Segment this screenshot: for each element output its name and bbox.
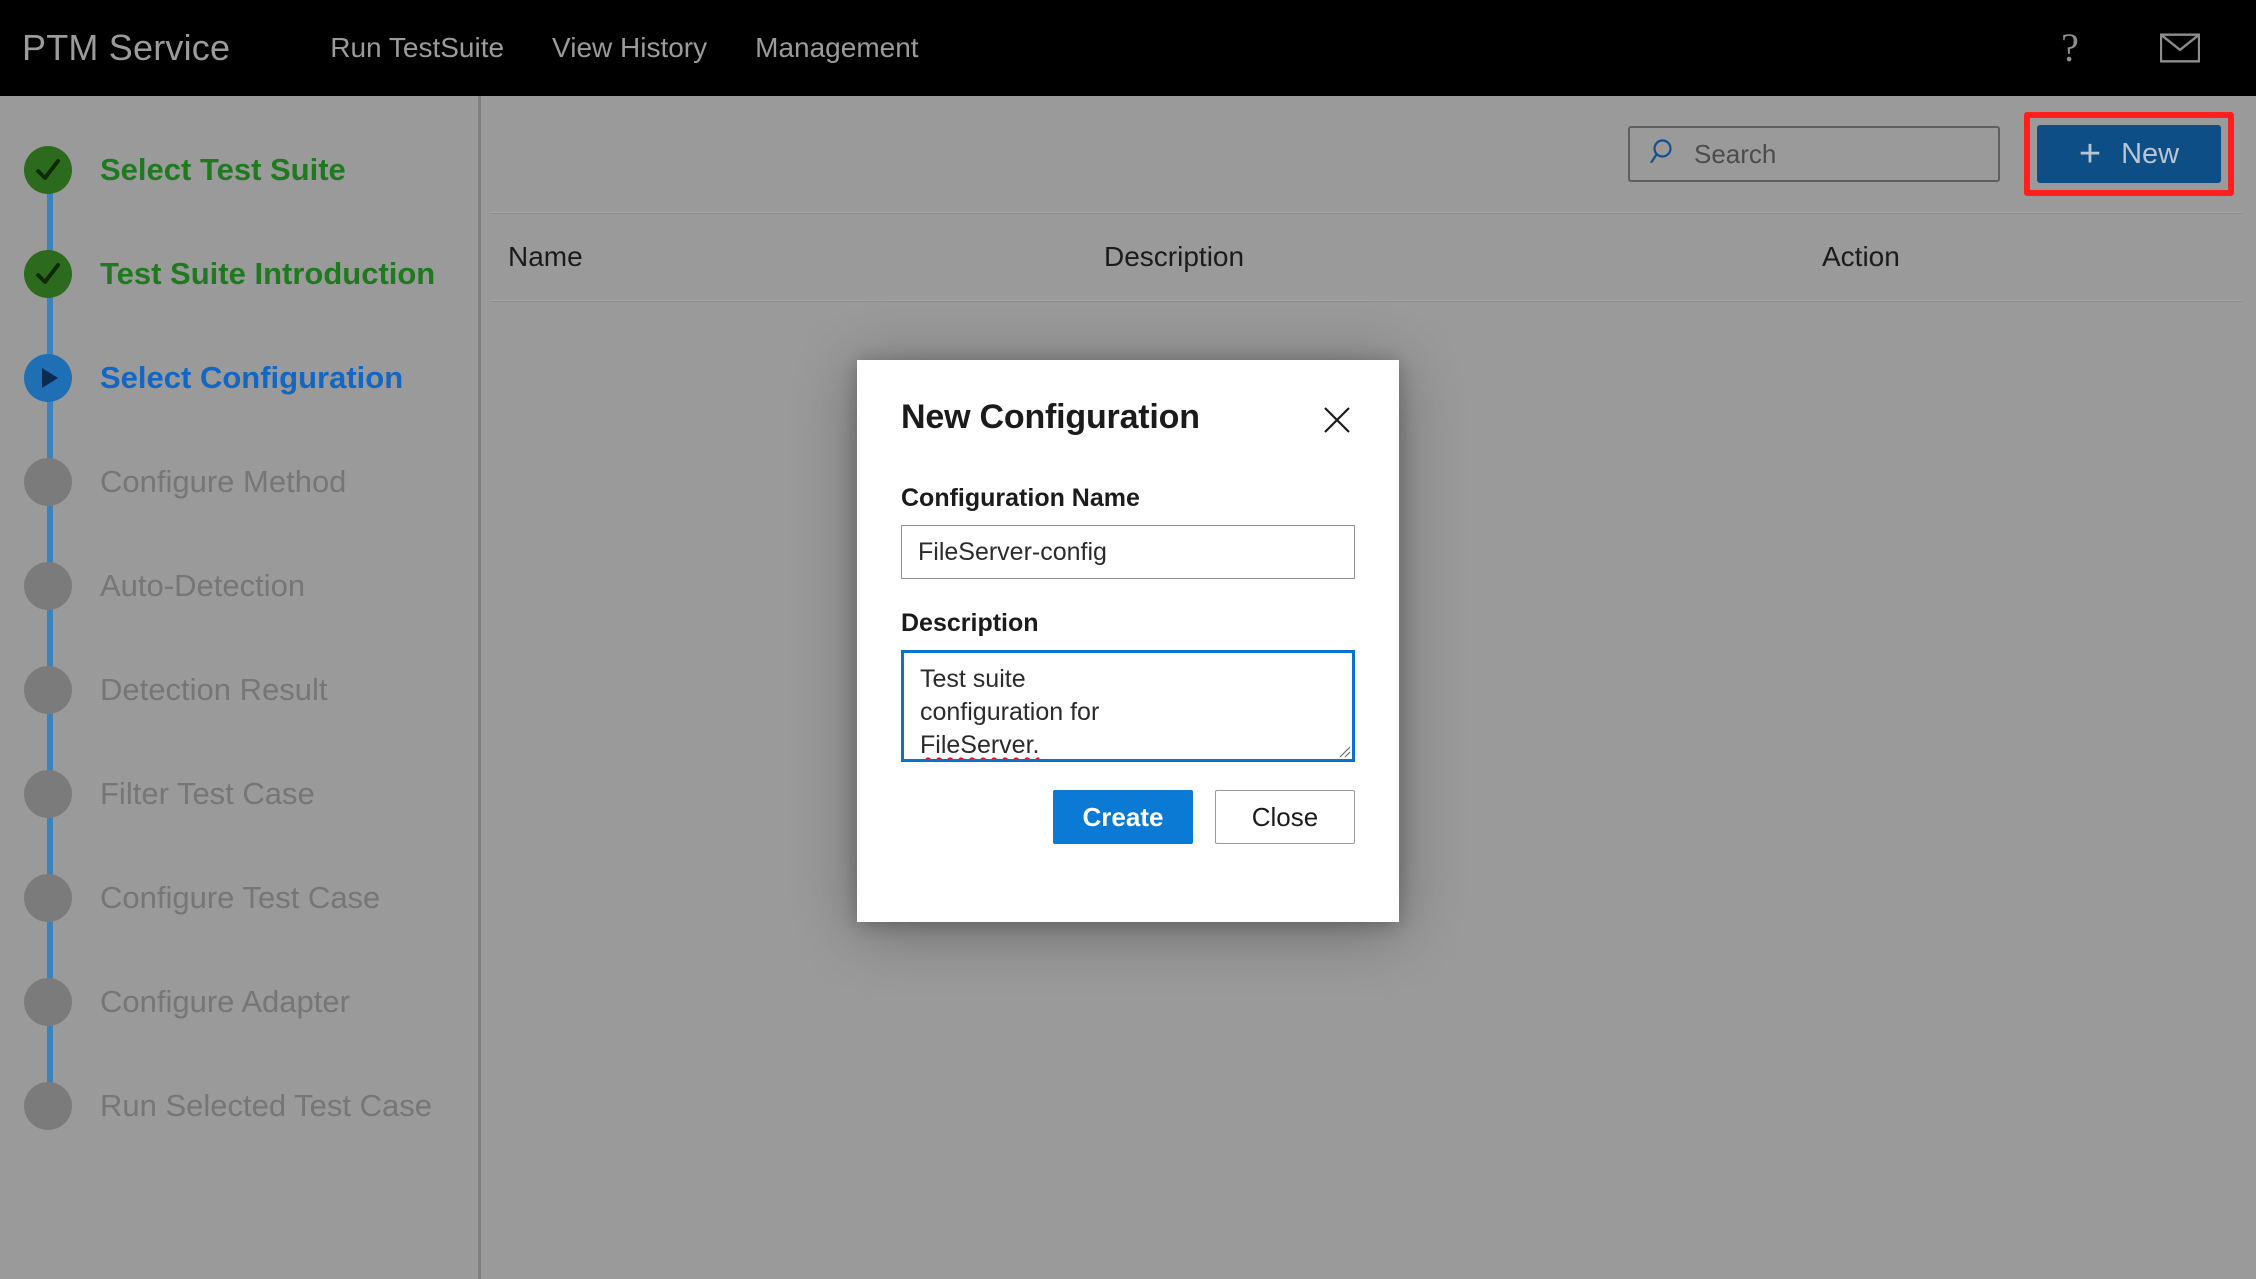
sidebar-item-detection-result[interactable]: Detection Result bbox=[24, 638, 478, 776]
dialog-title: New Configuration bbox=[901, 398, 1200, 436]
column-header-name: Name bbox=[508, 241, 583, 272]
configuration-name-label: Configuration Name bbox=[901, 484, 1140, 512]
description-field[interactable]: Test suite configuration for FileServer. bbox=[901, 650, 1355, 762]
close-button[interactable]: Close bbox=[1215, 790, 1355, 844]
circle-icon bbox=[24, 458, 72, 506]
sidebar-item-label: Select Test Suite bbox=[100, 152, 346, 187]
dialog-actions: Create Close bbox=[901, 790, 1355, 844]
sidebar-item-run-selected-test-case[interactable]: Run Selected Test Case bbox=[24, 1054, 478, 1158]
circle-icon bbox=[24, 770, 72, 818]
new-configuration-dialog: New Configuration Configuration Name Des… bbox=[857, 360, 1399, 922]
column-header-action: Action bbox=[1822, 241, 1900, 272]
circle-icon bbox=[24, 1082, 72, 1130]
content-toolbar: Search + New bbox=[484, 96, 2256, 212]
sidebar-item-test-suite-introduction[interactable]: Test Suite Introduction bbox=[24, 222, 478, 360]
circle-icon bbox=[24, 978, 72, 1026]
sidebar-item-label: Configure Adapter bbox=[100, 984, 350, 1019]
column-header-description: Description bbox=[1104, 241, 1245, 272]
sidebar-item-auto-detection[interactable]: Auto-Detection bbox=[24, 534, 478, 672]
sidebar-item-select-test-suite[interactable]: Select Test Suite bbox=[24, 118, 478, 256]
sidebar-item-label: Configure Test Case bbox=[100, 880, 381, 915]
sidebar-item-label: Detection Result bbox=[100, 672, 328, 707]
play-icon bbox=[24, 354, 72, 402]
app-brand-title: PTM Service bbox=[22, 27, 231, 68]
check-icon bbox=[24, 146, 72, 194]
description-text: Test suite configuration for FileServer. bbox=[920, 663, 1170, 759]
circle-icon bbox=[24, 562, 72, 610]
help-question-icon[interactable]: ? bbox=[2050, 28, 2090, 68]
mail-envelope-icon[interactable] bbox=[2160, 28, 2200, 68]
topbar-actions: ? bbox=[2050, 28, 2200, 68]
search-magnifier-icon bbox=[1650, 137, 1680, 172]
sidebar-item-label: Filter Test Case bbox=[100, 776, 315, 811]
nav-item-management[interactable]: Management bbox=[755, 32, 918, 64]
check-icon bbox=[24, 250, 72, 298]
main-navigation: Run TestSuite View History Management bbox=[330, 32, 918, 64]
sidebar-item-configure-adapter[interactable]: Configure Adapter bbox=[24, 950, 478, 1088]
close-x-icon[interactable] bbox=[1319, 402, 1355, 438]
search-placeholder-text: Search bbox=[1694, 138, 1777, 169]
configurations-table-header: Name Description Action bbox=[484, 214, 2256, 300]
search-input[interactable]: Search bbox=[1628, 126, 2000, 182]
dialog-header: New Configuration bbox=[901, 398, 1355, 438]
wizard-step-list: Select Test Suite Test Suite Introductio… bbox=[0, 118, 478, 1158]
configuration-name-field[interactable] bbox=[901, 525, 1355, 579]
plus-icon: + bbox=[2078, 133, 2102, 175]
new-button-label: New bbox=[2121, 137, 2180, 170]
nav-item-view-history[interactable]: View History bbox=[552, 32, 707, 64]
description-label: Description bbox=[901, 609, 1039, 637]
sidebar-item-label: Run Selected Test Case bbox=[100, 1088, 433, 1123]
description-line-1: Test suite configuration for bbox=[920, 665, 1100, 726]
sidebar-item-label: Select Configuration bbox=[100, 360, 404, 395]
sidebar-item-label: Auto-Detection bbox=[100, 568, 306, 603]
nav-item-run-testsuite[interactable]: Run TestSuite bbox=[330, 32, 504, 64]
description-line-2: FileServer. bbox=[920, 731, 1040, 759]
sidebar-item-label: Configure Method bbox=[100, 464, 347, 499]
sidebar-item-filter-test-case[interactable]: Filter Test Case bbox=[24, 742, 478, 880]
circle-icon bbox=[24, 666, 72, 714]
sidebar-item-select-configuration[interactable]: Select Configuration bbox=[24, 326, 478, 464]
textarea-resize-grip[interactable] bbox=[1335, 742, 1351, 758]
top-navigation-bar: PTM Service Run TestSuite View History M… bbox=[0, 0, 2256, 96]
new-button-highlight-annotation: + New bbox=[2024, 112, 2234, 196]
circle-icon bbox=[24, 874, 72, 922]
wizard-sidebar: Select Test Suite Test Suite Introductio… bbox=[0, 96, 481, 1279]
sidebar-item-configure-test-case[interactable]: Configure Test Case bbox=[24, 846, 478, 984]
sidebar-item-label: Test Suite Introduction bbox=[100, 256, 436, 291]
sidebar-item-configure-method[interactable]: Configure Method bbox=[24, 430, 478, 568]
new-configuration-button[interactable]: + New bbox=[2037, 125, 2221, 183]
create-button[interactable]: Create bbox=[1053, 790, 1193, 844]
